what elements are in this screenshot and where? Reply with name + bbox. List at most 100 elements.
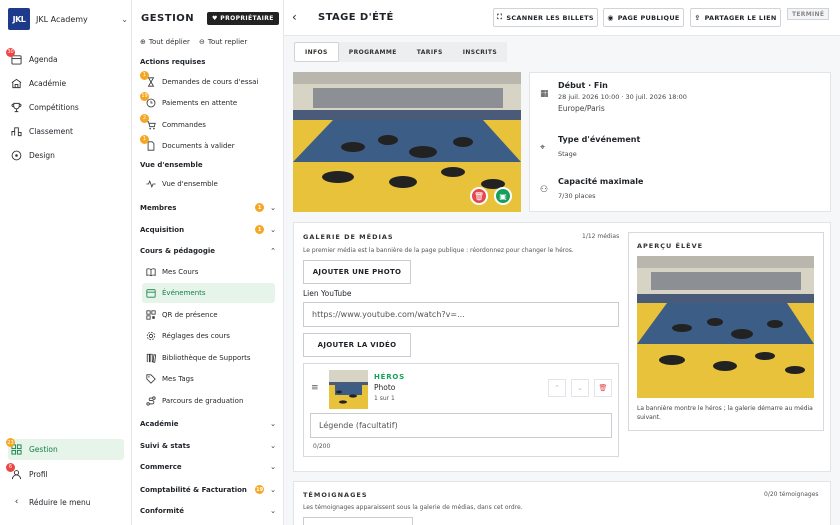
delete-media-button[interactable]: 🗑 <box>594 379 612 397</box>
section-label: Suivi & stats <box>140 442 191 450</box>
gestion-badge: 23 <box>6 438 15 447</box>
section-label: Commerce <box>140 463 182 471</box>
chevron-down-icon: ⌄ <box>270 442 276 450</box>
rail-item-academie[interactable]: Académie <box>10 74 122 92</box>
add-testimonial-button[interactable] <box>303 517 413 525</box>
nav-tags[interactable]: Mes Tags <box>144 369 274 389</box>
tag-icon: ⌖ <box>540 143 546 153</box>
rail-item-profil[interactable]: 6 Profil <box>6 462 122 483</box>
rail-item-classement[interactable]: Classement <box>10 122 122 140</box>
chevron-down-icon: ⌄ <box>270 203 276 212</box>
rail-item-agenda[interactable]: 30 Agenda <box>6 47 122 68</box>
section-compta[interactable]: Comptabilité & Facturation 19 ⌄ <box>140 485 276 494</box>
tab-infos[interactable]: INFOS <box>294 42 339 62</box>
page-title: STAGE D'ÉTÉ <box>318 12 394 23</box>
rail-item-design[interactable]: Design <box>10 146 122 164</box>
calendar-icon: 30 <box>6 47 23 66</box>
nav-orders[interactable]: 2 Commandes <box>140 113 274 135</box>
section-academie[interactable]: Académie ⌄ <box>140 420 276 428</box>
payments-badge: 19 <box>140 91 149 101</box>
section-cours[interactable]: Cours & pédagogie ⌃ <box>140 247 276 255</box>
trash-icon: 🗑 <box>598 384 608 392</box>
chevron-down-icon: ⌄ <box>270 507 276 515</box>
nav-parcours[interactable]: Parcours de graduation <box>144 391 274 411</box>
collapse-all-label: Tout replier <box>207 38 248 46</box>
trash-icon: 🗑 <box>473 191 485 201</box>
document-icon: 1 <box>140 134 157 153</box>
change-banner-button[interactable]: ▣ <box>494 187 512 205</box>
section-membres[interactable]: Membres 1 ⌄ <box>140 203 276 212</box>
public-page-button[interactable]: ◉ PAGE PUBLIQUE <box>603 8 684 27</box>
nav-label: Vue d'ensemble <box>162 180 218 188</box>
collapse-all-button[interactable]: ⊖ Tout replier <box>199 38 247 46</box>
nav-reglages[interactable]: Réglages des cours <box>144 326 274 346</box>
nav-evenements[interactable]: Événements <box>142 283 275 303</box>
event-banner-image: 🗑 ▣ <box>293 72 521 212</box>
academy-logo: JKL <box>8 8 30 30</box>
date-label: Début · Fin <box>558 81 608 90</box>
section-label: Conformité <box>140 507 185 515</box>
testimonials-title: TÉMOIGNAGES <box>303 491 368 499</box>
nav-label: Bibliothèque de Supports <box>162 354 251 362</box>
section-conformite[interactable]: Conformité ⌄ <box>140 507 276 515</box>
section-suivi[interactable]: Suivi & stats ⌄ <box>140 442 276 450</box>
nav-bibliotheque[interactable]: Bibliothèque de Supports <box>144 348 274 368</box>
rail-item-competitions[interactable]: Compétitions <box>10 98 122 116</box>
chevron-down-icon: ⌄ <box>577 384 583 392</box>
add-photo-button[interactable]: AJOUTER UNE PHOTO <box>303 260 411 284</box>
tab-tarifs[interactable]: TARIFS <box>407 42 453 62</box>
nav-documents[interactable]: 1 Documents à valider <box>140 134 274 156</box>
section-acquisition[interactable]: Acquisition 1 ⌄ <box>140 225 276 234</box>
back-arrow-icon[interactable]: ‹ <box>292 10 297 24</box>
clock-icon: 19 <box>140 91 157 110</box>
capacity-label: Capacité maximale <box>558 177 644 186</box>
youtube-input[interactable]: https://www.youtube.com/watch?v=... <box>303 302 619 327</box>
tab-inscrits[interactable]: INSCRITS <box>453 42 507 62</box>
delete-banner-button[interactable]: 🗑 <box>470 187 488 205</box>
acquisition-badge: 1 <box>255 225 265 234</box>
nav-label: Documents à valider <box>162 142 235 150</box>
nav-pending-payments[interactable]: 19 Paiements en attente <box>140 91 274 113</box>
chevron-left-icon: ‹ <box>14 497 19 507</box>
trophy-icon <box>10 101 23 114</box>
tab-programme[interactable]: PROGRAMME <box>339 42 407 62</box>
gestion-title: GESTION <box>141 13 195 24</box>
date-row: ▦ Début · Fin 28 juil. 2026 10:00 · 30 j… <box>540 81 687 114</box>
media-type: Photo <box>374 383 396 392</box>
podium-icon <box>10 125 23 138</box>
hourglass-icon: 1 <box>140 70 157 89</box>
drag-handle-icon[interactable]: ≡ <box>311 383 319 393</box>
nav-mes-cours[interactable]: Mes Cours <box>144 262 274 282</box>
chevron-down-icon: ⌄ <box>270 463 276 471</box>
youtube-placeholder: https://www.youtube.com/watch?v=... <box>312 310 465 319</box>
timezone-value: Europe/Paris <box>558 103 605 113</box>
testimonials-card: TÉMOIGNAGES 0/20 témoignages Les témoign… <box>293 481 831 525</box>
media-role: HÉROS <box>374 373 406 381</box>
add-video-button[interactable]: AJOUTER LA VIDÉO <box>303 333 411 357</box>
scan-tickets-button[interactable]: ⛶ SCANNER LES BILLETS <box>493 8 598 27</box>
minus-circle-icon: ⊖ <box>199 38 205 46</box>
nav-label: Réglages des cours <box>162 332 230 340</box>
move-down-button[interactable]: ⌄ <box>571 379 589 397</box>
section-label: Membres <box>140 203 177 212</box>
plus-circle-icon: ⊕ <box>140 38 146 46</box>
share-link-button[interactable]: ⇪ PARTAGER LE LIEN <box>690 8 781 27</box>
nav-overview[interactable]: Vue d'ensemble <box>144 174 274 194</box>
chevron-down-icon: ⌄ <box>121 14 128 24</box>
collapse-menu-button[interactable]: ‹ Réduire le menu <box>10 493 122 511</box>
nav-qr[interactable]: QR de présence <box>144 305 274 325</box>
status-badge: TERMINÉ <box>787 8 830 20</box>
media-item: ≡ HÉROS Photo 1 sur 1 ⌃ ⌄ 🗑 Légende (fac… <box>303 363 619 457</box>
move-up-button[interactable]: ⌃ <box>548 379 566 397</box>
expand-all-button[interactable]: ⊕ Tout déplier <box>140 38 190 46</box>
section-commerce[interactable]: Commerce ⌄ <box>140 463 276 471</box>
academy-switcher[interactable]: JKL JKL Academy ⌄ <box>8 8 128 30</box>
caption-input[interactable]: Légende (facultatif) <box>310 413 612 438</box>
capacity-value: 7/30 places <box>558 192 596 200</box>
gestion-sidebar: GESTION ♥ PROPRIÉTAIRE ⊕ Tout déplier ⊖ … <box>132 0 284 525</box>
section-label: Comptabilité & Facturation <box>140 485 247 494</box>
rail-item-gestion[interactable]: 23 Gestion <box>6 438 124 460</box>
app-window: JKL JKL Academy ⌄ 30 Agenda Académie Com… <box>0 0 840 525</box>
qr-code-icon <box>144 309 157 322</box>
nav-trial-requests[interactable]: 1 Demandes de cours d'essai <box>140 70 274 92</box>
